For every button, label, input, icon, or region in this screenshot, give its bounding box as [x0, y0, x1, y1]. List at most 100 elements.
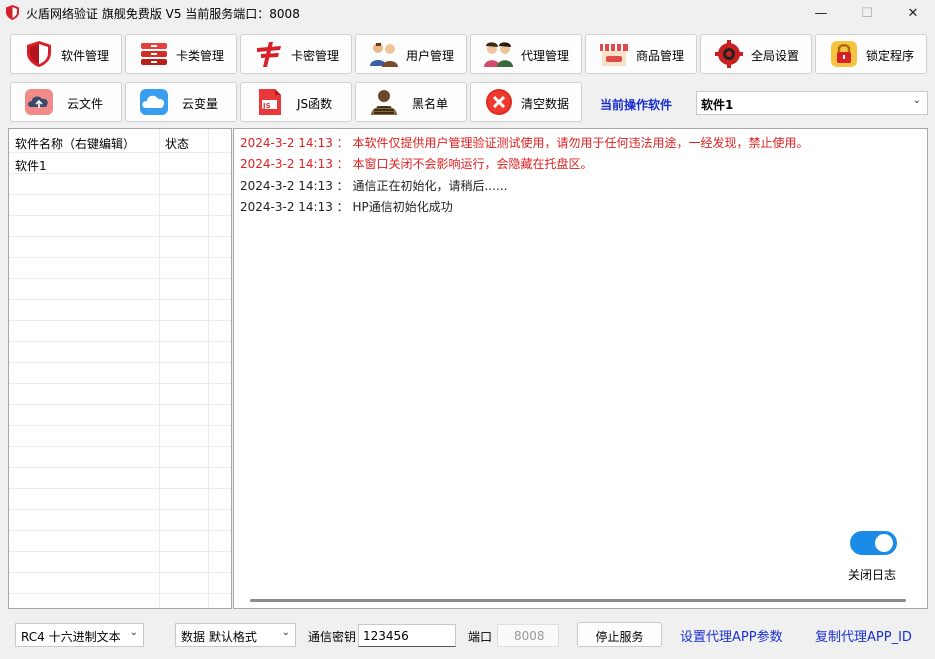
cloud-variable-label: 云变量 — [182, 97, 219, 111]
svg-text:JS: JS — [262, 102, 271, 110]
data-format-select[interactable]: 数据 默认格式 ⌄ — [175, 623, 296, 647]
product-manage-label: 商品管理 — [636, 49, 685, 63]
cloud-file-button[interactable]: 云文件 — [10, 82, 122, 122]
agents-icon — [484, 42, 513, 67]
app-shield-icon — [6, 5, 19, 20]
close-button[interactable]: ✕ — [890, 0, 935, 26]
table-row-empty — [9, 552, 231, 573]
log-line: 2024-3-2 14:13 ： HP通信初始化成功 — [240, 200, 453, 214]
log-panel[interactable]: 2024-3-2 14:13 ： 本软件仅提供用户管理验证测试使用，请勿用于任何… — [233, 128, 928, 609]
port-value: 8008 — [514, 629, 545, 643]
current-software-select[interactable]: 软件1 ⌄ — [696, 91, 928, 115]
card-type-manage-label: 卡类管理 — [176, 49, 225, 63]
key-label: 通信密钥 — [308, 630, 357, 644]
horizontal-scrollbar[interactable] — [250, 599, 906, 602]
product-manage-button[interactable]: 商品管理 — [585, 34, 697, 74]
cloud-file-label: 云文件 — [67, 97, 104, 111]
col-software-name[interactable]: 软件名称（右键编辑） — [15, 135, 135, 152]
table-row-empty — [9, 426, 231, 447]
table-row-empty — [9, 510, 231, 531]
proxy-params-link[interactable]: 设置代理APP参数 — [680, 626, 783, 645]
col-status[interactable]: 状态 — [165, 135, 189, 152]
stop-service-button[interactable]: 停止服务 — [577, 622, 662, 647]
user-manage-label: 用户管理 — [406, 49, 455, 63]
software-list[interactable]: 软件名称（右键编辑） 状态 软件1 — [8, 128, 232, 609]
encrypt-mode-value: RC4 十六进制文本 — [21, 630, 121, 644]
minimize-button[interactable]: — — [798, 0, 844, 26]
list-header: 软件名称（右键编辑） 状态 — [9, 129, 231, 153]
card-key-manage-button[interactable]: 卡密管理 — [240, 34, 352, 74]
comm-key-input[interactable]: 123456 — [358, 624, 456, 647]
lock-icon — [831, 41, 857, 67]
log-line: 2024-3-2 14:13 ： 本窗口关闭不会影响运行，会隐藏在托盘区。 — [240, 157, 593, 171]
table-row-empty — [9, 174, 231, 195]
chevron-down-icon: ⌄ — [912, 95, 921, 106]
clear-icon — [486, 89, 512, 115]
clear-data-label: 清空数据 — [521, 97, 570, 111]
table-row-empty — [9, 531, 231, 552]
current-software-label: 当前操作软件 — [600, 98, 673, 112]
table-row-empty — [9, 300, 231, 321]
current-software-value: 软件1 — [701, 98, 734, 112]
title-bar: 火盾网络验证 旗舰免费版 V5 当前服务端口：8008 — ☐ ✕ — [0, 0, 935, 26]
shield-icon — [27, 41, 51, 67]
toggle-knob — [875, 534, 893, 552]
card-icon — [257, 42, 281, 67]
blacklist-button[interactable]: 黑名单 — [355, 82, 467, 122]
table-row-empty — [9, 342, 231, 363]
table-row-empty — [9, 363, 231, 384]
gear-icon — [715, 40, 743, 68]
stack-icon — [141, 43, 167, 65]
card-key-manage-label: 卡密管理 — [291, 49, 340, 63]
shop-icon — [600, 44, 628, 66]
js-function-button[interactable]: JS JS函数 — [240, 82, 352, 122]
data-format-value: 数据 默认格式 — [181, 630, 257, 644]
agent-manage-button[interactable]: 代理管理 — [470, 34, 582, 74]
table-row-empty — [9, 384, 231, 405]
js-function-label: JS函数 — [297, 97, 333, 111]
log-line: 2024-3-2 14:13 ： 本软件仅提供用户管理验证测试使用，请勿用于任何… — [240, 136, 809, 150]
window-title: 火盾网络验证 旗舰免费版 V5 当前服务端口：8008 — [26, 7, 300, 21]
software-manage-label: 软件管理 — [61, 49, 110, 63]
table-row-empty — [9, 237, 231, 258]
table-row-empty — [9, 258, 231, 279]
card-type-manage-button[interactable]: 卡类管理 — [125, 34, 237, 74]
port-input[interactable]: 8008 — [497, 624, 559, 647]
table-row-empty — [9, 279, 231, 300]
blacklist-icon — [371, 90, 397, 115]
table-row-empty — [9, 573, 231, 594]
clear-data-button[interactable]: 清空数据 — [470, 82, 582, 122]
agent-manage-label: 代理管理 — [521, 49, 570, 63]
port-label: 端口 — [468, 630, 493, 644]
cloud-variable-button[interactable]: 云变量 — [125, 82, 237, 122]
copy-app-id-link[interactable]: 复制代理APP_ID — [815, 626, 912, 645]
encrypt-mode-select[interactable]: RC4 十六进制文本 ⌄ — [15, 623, 144, 647]
table-row-empty — [9, 321, 231, 342]
log-toggle-label: 关闭日志 — [848, 568, 897, 582]
cloud-icon — [140, 89, 168, 115]
global-settings-button[interactable]: 全局设置 — [700, 34, 812, 74]
lock-program-label: 锁定程序 — [866, 49, 915, 63]
users-icon — [370, 43, 398, 67]
log-line: 2024-3-2 14:13 ： 通信正在初始化，请稍后...... — [240, 179, 508, 193]
table-row-empty — [9, 195, 231, 216]
global-settings-label: 全局设置 — [751, 49, 800, 63]
software-name-cell: 软件1 — [15, 159, 47, 173]
table-row[interactable]: 软件1 — [9, 153, 231, 174]
blacklist-label: 黑名单 — [412, 97, 449, 111]
chevron-down-icon: ⌄ — [281, 627, 290, 638]
table-row-empty — [9, 216, 231, 237]
js-file-icon: JS — [259, 89, 281, 115]
chevron-down-icon: ⌄ — [129, 627, 138, 638]
table-row-empty — [9, 489, 231, 510]
table-row-empty — [9, 405, 231, 426]
log-toggle[interactable] — [850, 531, 897, 555]
software-manage-button[interactable]: 软件管理 — [10, 34, 122, 74]
table-row-empty — [9, 468, 231, 489]
table-row-empty — [9, 447, 231, 468]
cloud-upload-icon — [25, 89, 53, 115]
lock-program-button[interactable]: 锁定程序 — [815, 34, 927, 74]
comm-key-value: 123456 — [363, 629, 409, 643]
user-manage-button[interactable]: 用户管理 — [355, 34, 467, 74]
maximize-button[interactable]: ☐ — [844, 0, 890, 26]
